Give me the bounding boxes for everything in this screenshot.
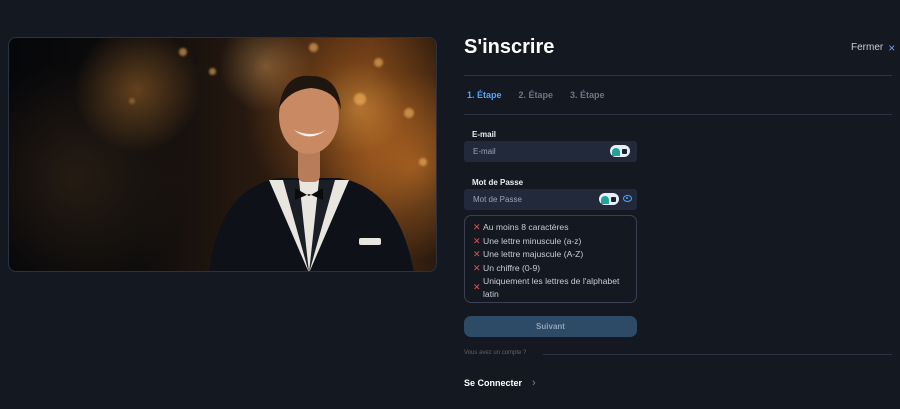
header-divider — [464, 75, 892, 76]
email-field[interactable]: E-mail — [464, 141, 637, 162]
email-label: E-mail — [472, 130, 497, 139]
x-mark-icon: ✕ — [473, 262, 481, 273]
requirement-item: ✕ Une lettre majuscule (A-Z) — [473, 248, 628, 262]
login-label: Se Connecter — [464, 378, 523, 388]
man-in-tuxedo-illustration — [209, 75, 414, 271]
x-mark-icon: ✕ — [473, 249, 481, 259]
eye-icon[interactable] — [623, 195, 632, 202]
requirement-item: ✕ Une lettre minuscule (a-z) — [473, 235, 628, 249]
x-mark-icon: ✕ — [473, 281, 481, 292]
requirement-item: ✕ Au moins 8 caractères — [473, 221, 628, 235]
footer-divider — [543, 354, 892, 355]
login-link[interactable]: Se Connecter › — [464, 377, 536, 389]
chevron-right-icon: › — [532, 377, 536, 389]
password-field[interactable]: Mot de Passe — [464, 189, 637, 210]
step-tabs: 1. Étape 2. Étape 3. Étape — [467, 90, 605, 100]
page-title: S'inscrire — [464, 36, 555, 58]
hero-image — [8, 37, 437, 272]
step-2[interactable]: 2. Étape — [519, 90, 554, 100]
account-prompt: Vous avez un compte ? — [464, 350, 527, 356]
step-1[interactable]: 1. Étape — [467, 90, 502, 100]
next-button[interactable]: Suivant — [464, 316, 637, 337]
email-placeholder: E-mail — [473, 147, 496, 156]
password-placeholder: Mot de Passe — [473, 195, 522, 204]
close-label: Fermer — [851, 42, 884, 53]
password-label: Mot de Passe — [472, 178, 524, 187]
x-mark-icon: ✕ — [473, 235, 481, 246]
requirement-item: ✕ Un chiffre (0-9) — [473, 262, 628, 276]
steps-divider — [464, 114, 892, 115]
x-mark-icon: ✕ — [473, 222, 481, 232]
close-icon[interactable]: × — [888, 42, 895, 54]
autofill-lock-icon[interactable] — [599, 193, 619, 205]
requirement-item: ✕ Uniquement les lettres de l'alphabet l… — [473, 276, 620, 299]
autofill-lock-icon[interactable] — [610, 145, 630, 157]
step-3[interactable]: 3. Étape — [570, 90, 605, 100]
password-requirements: ✕ Au moins 8 caractères ✕ Une lettre min… — [464, 215, 637, 303]
close-button[interactable]: Fermer × — [851, 42, 895, 54]
